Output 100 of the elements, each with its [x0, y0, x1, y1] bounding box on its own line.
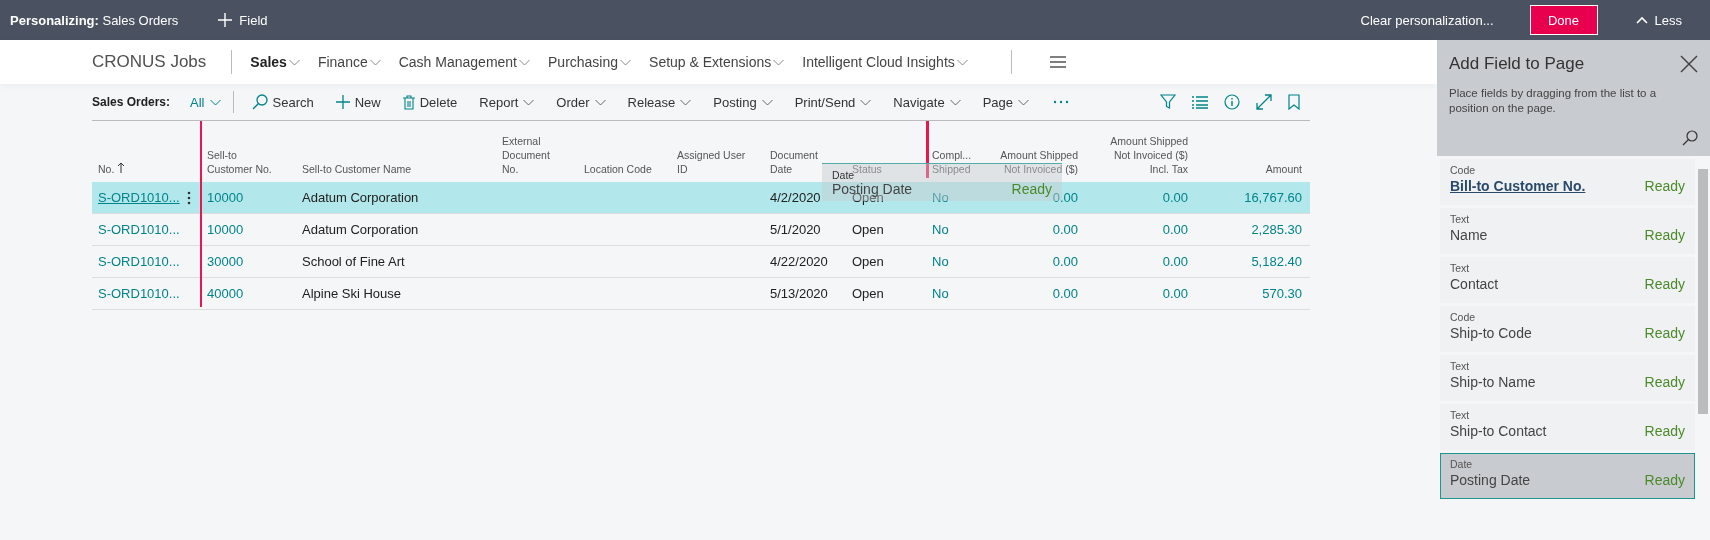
table-cell: 2,285.30: [1251, 222, 1302, 237]
table-cell: Adatum Corporation: [302, 190, 419, 205]
sort-ascending-icon: [117, 162, 126, 173]
nav-menu-item[interactable]: Cash Management: [398, 54, 530, 70]
action-menu[interactable]: Page: [982, 94, 1030, 110]
table-cell: 0.00: [1162, 286, 1188, 301]
column-header[interactable]: Amount: [1259, 162, 1310, 182]
table-cell: 5/13/2020: [770, 286, 828, 301]
list-icon[interactable]: [1192, 95, 1208, 109]
action-menu[interactable]: Release: [627, 94, 692, 110]
done-button[interactable]: Done: [1529, 5, 1598, 35]
table-row[interactable]: S-ORD1010... 10000 Adatum Corporation 5/1/2020 Open No 0.00 0.00 2,285.30: [92, 214, 1310, 246]
plus-icon: [218, 13, 233, 27]
chevron-down-icon: [949, 98, 961, 106]
nav-menu-item[interactable]: Sales: [250, 54, 300, 70]
chevron-down-icon: [761, 98, 773, 106]
table-row[interactable]: S-ORD1010... 30000 School of Fine Art 4/22/2020 Open No 0.00 0.00 5,182.40: [92, 246, 1310, 278]
link-cell[interactable]: 30000: [207, 254, 244, 269]
table-cell: 5,182.40: [1251, 254, 1302, 269]
column-header[interactable]: No.: [92, 162, 132, 182]
table-cell: 4/22/2020: [770, 254, 828, 269]
table-cell: No: [932, 254, 949, 269]
field-list-item[interactable]: Text Contact Ready: [1440, 257, 1695, 303]
link-cell[interactable]: 40000: [207, 286, 244, 301]
nav-menu-item[interactable]: Finance: [317, 54, 381, 70]
menu-icon[interactable]: [1049, 56, 1066, 68]
action-menu[interactable]: Report: [479, 94, 535, 110]
panel-description: Place fields by dragging from the list to a position on the page.: [1449, 86, 1658, 116]
link-cell[interactable]: S-ORD1010...: [98, 222, 180, 237]
page-caption: Sales Orders:: [92, 95, 171, 109]
expand-icon[interactable]: [1256, 94, 1272, 110]
field-list-item[interactable]: Text Ship-to Name Ready: [1440, 355, 1695, 401]
link-cell[interactable]: 10000: [207, 222, 244, 237]
chevron-down-icon: [523, 98, 535, 106]
info-icon[interactable]: [1224, 94, 1240, 110]
table-cell: 0.00: [1052, 286, 1078, 301]
field-list-item[interactable]: Text Name Ready: [1440, 208, 1695, 254]
clear-personalization-button[interactable]: Clear personalization...: [1360, 12, 1494, 28]
column-header[interactable]: External Document No.: [496, 134, 556, 182]
more-icon[interactable]: [1053, 100, 1070, 104]
column-header[interactable]: Assigned User ID: [671, 148, 752, 182]
table-cell: 4/2/2020: [770, 190, 821, 205]
column-header[interactable]: Amount Shipped Not Invoiced ($): [994, 148, 1086, 182]
search-icon[interactable]: [1682, 130, 1698, 146]
table-cell: Open: [852, 254, 884, 269]
new-button[interactable]: New: [335, 94, 381, 110]
table-cell: 0.00: [1162, 254, 1188, 269]
add-field-button[interactable]: Field: [218, 12, 268, 28]
table-cell: No: [932, 222, 949, 237]
field-status: Ready: [1011, 182, 1052, 197]
table-cell: Open: [852, 286, 884, 301]
close-icon[interactable]: [1680, 55, 1698, 73]
search-button[interactable]: Search: [251, 94, 314, 110]
action-menu[interactable]: Posting: [713, 94, 773, 110]
column-header[interactable]: Sell-to Customer Name: [296, 162, 418, 182]
company-name[interactable]: CRONUS Jobs: [92, 52, 207, 72]
table-cell: 0.00: [1052, 190, 1078, 205]
chevron-down-icon: [1018, 98, 1030, 106]
table-cell: School of Fine Art: [302, 254, 405, 269]
insertion-marker: [926, 121, 929, 178]
nav-menu-item[interactable]: Intelligent Cloud Insights: [802, 54, 968, 70]
action-menu[interactable]: Print/Send: [794, 94, 872, 110]
chevron-down-icon: [594, 98, 606, 106]
delete-button[interactable]: Delete: [402, 94, 458, 110]
more-vertical-icon[interactable]: [187, 190, 191, 205]
field-list-item[interactable]: Code Bill-to Customer No. Ready: [1440, 159, 1695, 205]
table-cell: 16,767.60: [1244, 190, 1302, 205]
field-type: Date: [832, 169, 855, 181]
column-header[interactable]: Sell-to Customer No.: [201, 148, 278, 182]
column-header[interactable]: Compl... Shipped: [926, 148, 978, 182]
field-list-item[interactable]: Date Posting Date Ready: [1440, 453, 1695, 499]
chevron-down-icon: [519, 58, 530, 66]
chevron-down-icon: [860, 98, 872, 106]
table-cell: Open: [852, 222, 884, 237]
table-cell: 570.30: [1262, 286, 1302, 301]
filter-icon[interactable]: [1160, 94, 1176, 110]
column-header[interactable]: Location Code: [578, 162, 658, 182]
table-cell: 0.00: [1162, 222, 1188, 237]
view-filter-button[interactable]: All: [190, 94, 221, 110]
nav-menu-item[interactable]: Setup & Extensions: [649, 54, 785, 70]
nav-menu-item[interactable]: Purchasing: [548, 54, 632, 70]
less-button[interactable]: Less: [1635, 12, 1682, 28]
chevron-down-icon: [620, 58, 632, 66]
field-list-item[interactable]: Code Ship-to Code Ready: [1440, 306, 1695, 352]
table-cell: Alpine Ski House: [302, 286, 401, 301]
table-cell: 0.00: [1162, 190, 1188, 205]
action-menu[interactable]: Navigate: [893, 94, 961, 110]
link-cell[interactable]: S-ORD1010...: [98, 254, 180, 269]
column-header[interactable]: Amount Shipped Not Invoiced ($) Incl. Tax: [1104, 134, 1196, 182]
action-menu[interactable]: Order: [556, 94, 606, 110]
plus-icon: [335, 95, 350, 109]
search-icon: [251, 94, 268, 110]
link-cell[interactable]: S-ORD1010...: [98, 286, 180, 301]
table-row[interactable]: S-ORD1010... 40000 Alpine Ski House 5/13/2020 Open No 0.00 0.00 570.30: [92, 278, 1310, 310]
bookmark-icon[interactable]: [1288, 94, 1300, 110]
chevron-down-icon: [288, 58, 300, 66]
field-list-item[interactable]: Text Ship-to Contact Ready: [1440, 404, 1695, 450]
column-header[interactable]: Document Date: [764, 148, 824, 182]
chevron-down-icon: [369, 58, 381, 66]
chevron-down-icon: [680, 98, 692, 106]
